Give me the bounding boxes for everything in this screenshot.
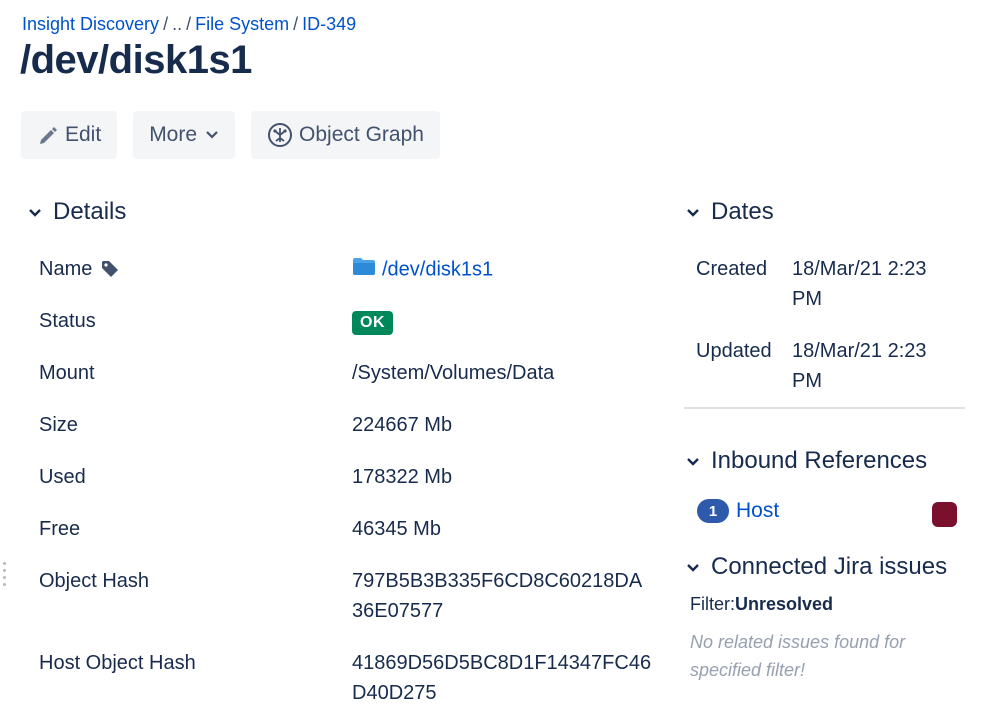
dates-heading: Dates: [711, 198, 774, 225]
inbound-references-toggle[interactable]: Inbound References: [683, 447, 927, 475]
details-heading: Details: [53, 198, 127, 225]
chevron-down-icon: [683, 202, 703, 222]
detail-value: /dev/disk1s1: [352, 254, 652, 285]
detail-value: 797B5B3B335F6CD8C60218DA36E07577: [352, 570, 643, 622]
detail-label: Mount: [39, 362, 95, 384]
detail-label: Name: [39, 254, 120, 284]
graph-icon: [267, 122, 293, 148]
chevron-down-icon: [683, 451, 703, 471]
reference-host-link[interactable]: Host: [736, 499, 779, 523]
inbound-reference-item: 1 Host: [697, 499, 779, 523]
status-badge: OK: [352, 311, 393, 335]
toolbar: Edit More Object Graph: [21, 111, 440, 159]
detail-label: Host Object Hash: [39, 652, 196, 674]
detail-label: Status: [39, 310, 96, 332]
pencil-icon: [37, 124, 59, 146]
updated-label: Updated: [696, 340, 772, 362]
page-title: /dev/disk1s1: [20, 38, 252, 82]
object-graph-button[interactable]: Object Graph: [251, 111, 440, 159]
breadcrumb-separator: /: [186, 14, 192, 34]
object-name-link[interactable]: /dev/disk1s1: [382, 259, 493, 281]
detail-label: Size: [39, 414, 78, 436]
detail-label: Used: [39, 466, 86, 488]
updated-value: 18/Mar/21 2:23 PM: [792, 340, 927, 392]
detail-value: 178322 Mb: [352, 466, 453, 488]
breadcrumb-separator: /: [293, 14, 299, 34]
created-label: Created: [696, 258, 768, 280]
detail-value: 46345 Mb: [352, 518, 441, 540]
chevron-down-icon: [683, 557, 703, 577]
tag-icon: [100, 259, 120, 279]
breadcrumb: Insight Discovery /.. / File System / ID-349: [22, 14, 356, 35]
jira-issues-toggle[interactable]: Connected Jira issues: [683, 553, 947, 581]
filter-label: Filter:: [690, 594, 735, 614]
detail-value: 41869D56D5BC8D1F14347FC46D40D275: [352, 652, 652, 704]
detail-label: Object Hash: [39, 570, 150, 592]
edit-button[interactable]: Edit: [21, 111, 118, 159]
detail-label: Free: [39, 518, 81, 540]
more-button[interactable]: More: [133, 111, 236, 159]
breadcrumb-ellipsis[interactable]: ..: [172, 14, 182, 34]
breadcrumb-file-system[interactable]: File System: [195, 14, 289, 34]
dates-section-toggle[interactable]: Dates: [683, 198, 774, 226]
edit-button-label: Edit: [65, 123, 102, 146]
more-button-label: More: [149, 123, 198, 146]
reference-count-badge: 1: [697, 499, 729, 523]
details-section-toggle[interactable]: Details: [25, 198, 126, 226]
inbound-references-heading: Inbound References: [711, 447, 928, 474]
detail-label-text: Name: [39, 258, 93, 280]
created-value: 18/Mar/21 2:23 PM: [792, 258, 927, 310]
breadcrumb-insight-discovery[interactable]: Insight Discovery: [22, 14, 159, 34]
object-graph-button-label: Object Graph: [299, 123, 424, 146]
empty-state-message: No related issues found for specified fi…: [690, 632, 906, 680]
resize-handle[interactable]: [3, 562, 7, 586]
detail-value: /System/Volumes/Data: [352, 362, 555, 384]
breadcrumb-object-id[interactable]: ID-349: [302, 14, 356, 34]
chevron-down-icon: [205, 130, 219, 140]
detail-value: 224667 Mb: [352, 414, 453, 436]
divider: [684, 407, 965, 409]
jira-issues-heading: Connected Jira issues: [711, 553, 948, 580]
folder-icon: [352, 255, 376, 285]
filter-value: Unresolved: [735, 594, 834, 614]
breadcrumb-separator: /: [163, 14, 169, 34]
chevron-down-icon: [25, 202, 45, 222]
jira-filter[interactable]: Filter:Unresolved: [690, 594, 833, 615]
detail-value: OK: [352, 306, 652, 336]
reference-color-swatch: [932, 502, 957, 527]
